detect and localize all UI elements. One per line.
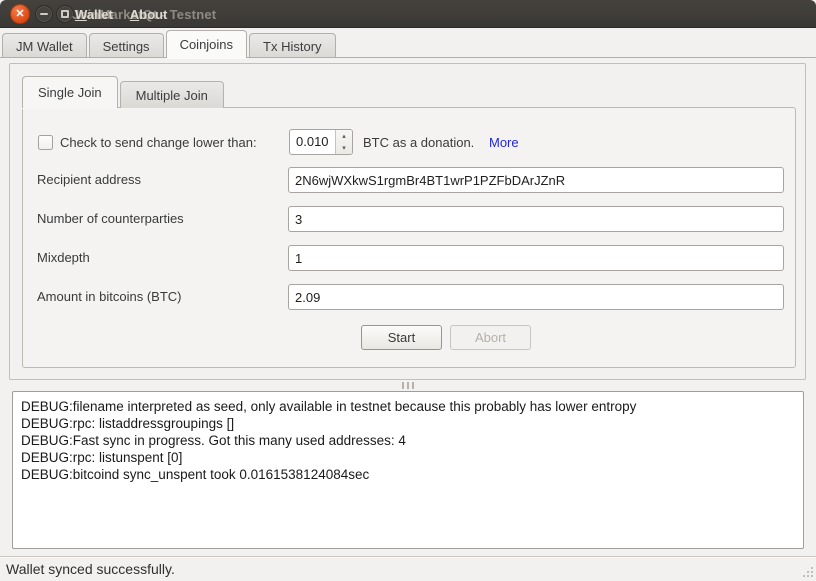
title-bar: ✕ JoinMarketQt - Testnet Wallet About [0,0,816,28]
tab-coinjoins[interactable]: Coinjoins [166,30,247,58]
debug-log-area[interactable]: DEBUG:filename interpreted as seed, only… [12,391,804,549]
tab-baseline [0,57,816,58]
tab-jm-wallet[interactable]: JM Wallet [2,33,87,58]
counterparties-label: Number of counterparties [37,206,184,232]
donation-amount-value[interactable]: 0.010 [290,130,335,154]
minimize-button[interactable] [35,5,53,23]
tab-multiple-join[interactable]: Multiple Join [120,81,224,108]
single-join-pane: Check to send change lower than: 0.010 ▴… [22,107,796,368]
donation-checkbox[interactable] [38,135,53,150]
recipient-address-label: Recipient address [37,167,141,193]
coinjoin-tab-bar: Single Join Multiple Join [22,76,226,108]
status-bar: Wallet synced successfully. [0,556,816,581]
status-text: Wallet synced successfully. [6,561,175,577]
maximize-icon [61,10,69,18]
amount-input[interactable] [288,284,784,310]
more-link[interactable]: More [489,135,519,150]
minimize-icon [40,13,48,15]
start-button[interactable]: Start [361,325,442,350]
donation-checkbox-label: Check to send change lower than: [60,135,257,150]
recipient-address-input[interactable] [288,167,784,193]
main-tab-bar: JM Wallet Settings Coinjoins Tx History [0,30,816,58]
spinbox-buttons: ▴ ▾ [335,130,352,154]
spin-up-icon: ▴ [342,133,346,140]
log-line: DEBUG:rpc: listunspent [0] [21,449,795,466]
spin-up-button[interactable]: ▴ [336,130,352,142]
app-window: ✕ JoinMarketQt - Testnet Wallet About JM… [0,0,816,581]
tab-single-join[interactable]: Single Join [22,76,118,108]
close-button[interactable]: ✕ [10,4,30,24]
menu-wallet[interactable]: Wallet [75,7,113,22]
tab-settings[interactable]: Settings [89,33,164,58]
close-icon: ✕ [15,9,24,20]
log-line: DEBUG:bitcoind sync_unspent took 0.01615… [21,466,795,483]
donation-amount-spinbox[interactable]: 0.010 ▴ ▾ [289,129,353,155]
donation-suffix-label: BTC as a donation. [363,135,474,150]
tab-tx-history[interactable]: Tx History [249,33,336,58]
spin-down-button[interactable]: ▾ [336,142,352,154]
log-line: DEBUG:Fast sync in progress. Got this ma… [21,432,795,449]
mixdepth-input[interactable] [288,245,784,271]
resize-grip[interactable] [800,564,814,578]
abort-button: Abort [450,325,531,350]
splitter-handle[interactable] [0,381,816,390]
log-line: DEBUG:filename interpreted as seed, only… [21,398,795,415]
log-line: DEBUG:rpc: listaddressgroupings [] [21,415,795,432]
spin-down-icon: ▾ [342,145,346,152]
splitter-grip-icon [402,382,414,389]
menu-about[interactable]: About [130,7,168,22]
menu-bar: Wallet About [75,7,167,22]
counterparties-input[interactable] [288,206,784,232]
mixdepth-label: Mixdepth [37,245,90,271]
amount-label: Amount in bitcoins (BTC) [37,284,182,310]
